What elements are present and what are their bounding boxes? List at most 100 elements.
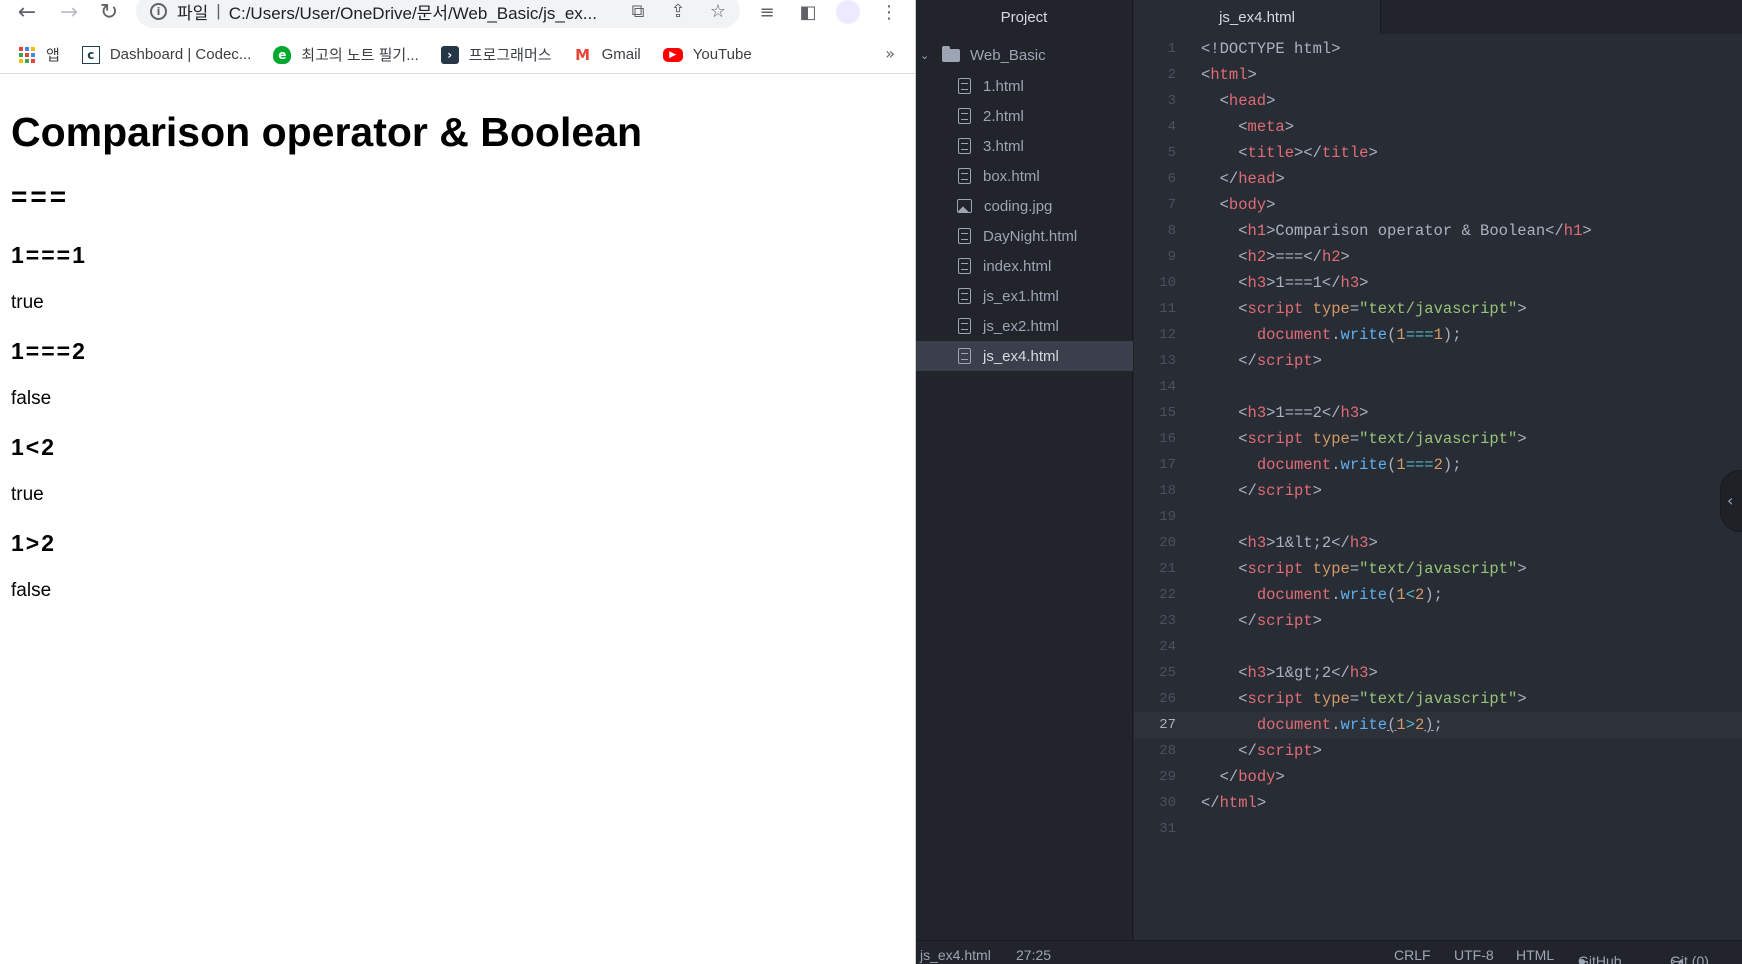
code-line: </script> <box>1201 742 1322 760</box>
line-number: 20 <box>1159 535 1176 551</box>
star-icon[interactable]: ☆ <box>704 0 732 24</box>
reload-icon[interactable]: ↻ <box>94 0 124 25</box>
tree-folder-web-basic[interactable]: ⌄ Web_Basic <box>916 40 1133 70</box>
bookmarks-bar: 앱 c Dashboard | Codec... e 최고의 노트 필기... … <box>0 36 915 74</box>
tree-file[interactable]: js_ex1.html <box>916 281 1133 311</box>
code-line: document.write(1>2); <box>1256 716 1443 734</box>
translate-icon[interactable]: ⧉ <box>624 0 652 24</box>
code-line: </script> <box>1201 612 1322 630</box>
line-number: 24 <box>1159 639 1176 655</box>
line-number: 13 <box>1159 353 1176 369</box>
comparison-result: false <box>11 388 52 409</box>
back-icon[interactable]: ← <box>12 0 42 25</box>
tree-file[interactable]: 1.html <box>916 71 1133 101</box>
line-number: 4 <box>1167 119 1176 135</box>
chevron-down-icon: ⌄ <box>920 48 930 62</box>
comparison-heading: 1===2 <box>11 338 87 364</box>
bookmark-gmail[interactable]: M Gmail <box>574 46 641 64</box>
line-number: 5 <box>1167 145 1176 161</box>
bookmark-programmers[interactable]: › 프로그래머스 <box>440 44 552 65</box>
code-line: <h3>1===1</h3> <box>1201 274 1369 292</box>
bookmark-evernote[interactable]: e 최고의 노트 필기... <box>273 44 419 65</box>
line-number: 1 <box>1167 41 1176 57</box>
code-line: document.write(1<2); <box>1256 586 1443 604</box>
evernote-icon: e <box>273 45 292 64</box>
status-cursor-position[interactable]: 27:25 <box>1016 947 1051 963</box>
tree-file[interactable]: box.html <box>916 161 1133 191</box>
bookmark-label: Gmail <box>601 46 641 63</box>
line-number: 29 <box>1159 769 1176 785</box>
tree-file[interactable]: 3.html <box>916 131 1133 161</box>
line-number: 19 <box>1159 509 1176 525</box>
tree-file[interactable]: DayNight.html <box>916 221 1133 251</box>
line-number: 26 <box>1159 691 1176 707</box>
bookmark-youtube[interactable]: ▶ YouTube <box>662 46 752 63</box>
code-line: <html> <box>1201 66 1257 84</box>
browser-toolbar: ← → ↻ i 파일 | C:/Users/User/OneDrive/문서/W… <box>0 0 915 32</box>
profile-avatar[interactable] <box>836 0 860 24</box>
info-icon[interactable]: i <box>150 2 167 20</box>
tree-file-label: DayNight.html <box>983 227 1078 245</box>
tree-file[interactable]: 2.html <box>916 101 1133 131</box>
tree-file[interactable]: coding.jpg <box>916 191 1133 221</box>
comparison-heading: 1<2 <box>11 434 57 460</box>
line-number: 3 <box>1167 93 1176 109</box>
side-panel-icon[interactable]: ◧ <box>793 0 823 24</box>
tree-file-label: 3.html <box>983 137 1024 155</box>
image-file-icon <box>957 199 972 213</box>
tree-file[interactable]: index.html <box>916 251 1133 281</box>
line-number: 28 <box>1159 743 1176 759</box>
code-line: <script type="text/javascript"> <box>1201 690 1527 708</box>
address-separator: | <box>216 1 221 20</box>
file-icon <box>958 258 971 274</box>
code-line: <head> <box>1201 92 1276 110</box>
section-heading: === <box>11 181 70 212</box>
project-tree: ⌄ Web_Basic 1.html 2.html 3.html box.htm… <box>916 34 1133 940</box>
code-line: </script> <box>1201 482 1322 500</box>
reading-list-icon[interactable]: ≡ <box>752 0 782 24</box>
menu-icon[interactable]: ⋮ <box>874 0 904 24</box>
status-grammar[interactable]: HTML <box>1516 947 1554 963</box>
tree-file-selected[interactable]: js_ex4.html <box>916 341 1133 371</box>
file-icon <box>958 318 971 334</box>
dock-toggle-button[interactable]: ‹ <box>1720 470 1742 532</box>
code-line: <script type="text/javascript"> <box>1201 300 1527 318</box>
code-area[interactable]: 1 <!DOCTYPE html> 2 <html> 3 <head> 4 <met… <box>1134 34 1742 940</box>
line-number: 22 <box>1159 587 1176 603</box>
code-line: <title></title> <box>1201 144 1378 162</box>
line-number: 27 <box>1159 717 1176 733</box>
bookmark-codecademy[interactable]: c Dashboard | Codec... <box>81 45 251 64</box>
line-number: 31 <box>1159 821 1176 837</box>
code-editor: Project js_ex4.html ⌄ Web_Basic 1.html 2… <box>916 0 1742 964</box>
browser-window: ← → ↻ i 파일 | C:/Users/User/OneDrive/문서/W… <box>0 0 916 964</box>
line-number: 30 <box>1159 795 1176 811</box>
status-file[interactable]: js_ex4.html <box>920 947 991 963</box>
tree-file-label: 2.html <box>983 107 1024 125</box>
bookmark-label: 앱 <box>46 47 60 64</box>
tab-project[interactable]: Project <box>916 0 1133 34</box>
tab-active-file[interactable]: js_ex4.html <box>1134 0 1381 34</box>
tree-file-label: box.html <box>983 167 1040 185</box>
file-icon <box>958 138 971 154</box>
bookmark-apps[interactable]: 앱 <box>18 44 60 65</box>
code-line: </script> <box>1201 352 1322 370</box>
file-icon <box>958 168 971 184</box>
codecademy-icon: c <box>81 45 100 64</box>
status-encoding[interactable]: UTF-8 <box>1454 947 1494 963</box>
forward-icon[interactable]: → <box>54 0 84 25</box>
file-icon <box>958 228 971 244</box>
line-number: 14 <box>1159 379 1176 395</box>
status-github-label: GitHub <box>1578 953 1622 964</box>
line-number: 9 <box>1167 249 1176 265</box>
tree-file[interactable]: js_ex2.html <box>916 311 1133 341</box>
status-git-label: Git (0) <box>1670 953 1709 964</box>
share-icon[interactable]: ⇪ <box>664 0 692 24</box>
code-line: <h3>1===2</h3> <box>1201 404 1369 422</box>
line-number: 6 <box>1167 171 1176 187</box>
line-number: 25 <box>1159 665 1176 681</box>
comparison-result: true <box>11 292 44 313</box>
status-line-ending[interactable]: CRLF <box>1394 947 1431 963</box>
code-line: </body> <box>1201 768 1285 786</box>
tree-file-label: js_ex4.html <box>983 347 1059 365</box>
bookmarks-overflow-button[interactable]: » <box>885 44 895 63</box>
